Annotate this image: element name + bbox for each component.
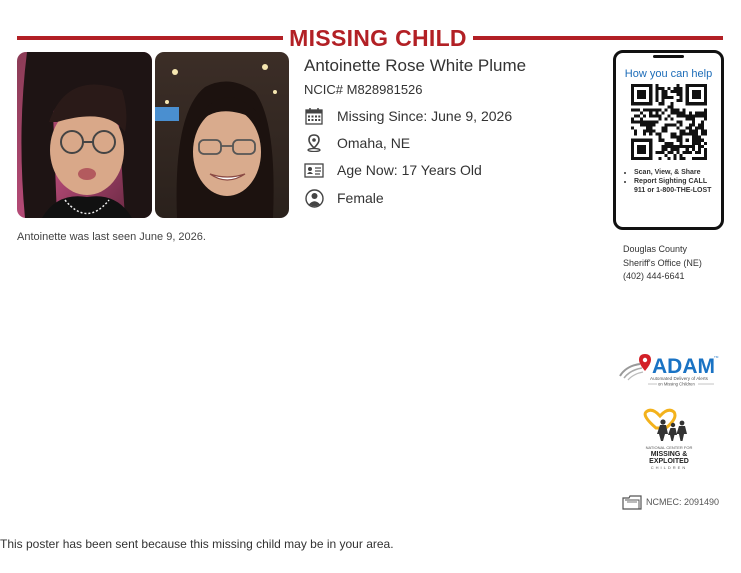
ncmec-logo-line2: MISSING & [651,451,688,458]
adam-logo-line1: Automated Delivery of Alerts [650,376,709,381]
ncmec-logo-line1: NATIONAL CENTER FOR [646,445,693,450]
sex: Female [337,190,384,206]
ncic-number: NCIC# M828981526 [304,82,423,97]
header-rule-left [17,36,283,40]
sex-row: Female [304,188,384,208]
child-name: Antoinette Rose White Plume [304,56,527,75]
agency-contact: Douglas County Sheriff's Office (NE) (40… [623,243,702,284]
help-instruction-item: Report Sighting CALL 911 or 1-800-THE-LO… [634,177,720,195]
ncmec-case-number: NCMEC: 2091490 [622,494,719,510]
age-row: Age Now: 17 Years Old [304,160,482,180]
help-instructions: Scan, View, & Share Report Sighting CALL… [623,168,720,195]
age-now: Age Now: 17 Years Old [337,162,482,178]
ncmec-logo-line3: EXPLOITED [649,458,689,465]
location-row: Omaha, NE [304,133,410,153]
last-known-location: Omaha, NE [337,135,411,151]
adam-logo-line2: on Missing Children [658,382,695,387]
ncmec-logo: NATIONAL CENTER FOR MISSING & EXPLOITED … [643,408,693,470]
footer-notice: This poster has been sent because this m… [0,537,394,551]
id-card-icon [304,160,324,180]
phone-notch [653,55,684,58]
header-rule-right [473,36,723,40]
person-icon [304,188,324,208]
calendar-icon [304,106,324,126]
agency-name-line2: Sheriff's Office (NE) [623,257,702,268]
poster-title: MISSING CHILD [289,25,467,51]
adam-logo-tm: TM [714,355,719,359]
child-photo-1 [17,52,152,218]
help-phone-card: How you can help Scan, View, & Share Rep… [613,50,724,230]
adam-logo: ADAM TM Automated Delivery of Alerts on … [619,354,719,387]
agency-name-line1: Douglas County [623,244,688,254]
missing-since-row: Missing Since: June 9, 2026 [304,106,512,126]
ncmec-logo-line4: CHILDREN [651,465,687,470]
ncmec-case-number-text: NCMEC: 2091490 [646,497,720,507]
adam-logo-word: ADAM [652,355,715,378]
agency-phone: (402) 444-6641 [623,271,685,281]
location-pin-icon [304,133,324,153]
last-seen-text: Antoinette was last seen June 9, 2026. [17,231,206,243]
folder-icon [622,495,642,510]
how-you-can-help-heading: How you can help [624,68,713,80]
qr-code[interactable] [631,84,707,160]
help-instruction-item: Scan, View, & Share [634,168,720,177]
child-photo-2 [155,52,289,218]
missing-since: Missing Since: June 9, 2026 [337,108,513,124]
